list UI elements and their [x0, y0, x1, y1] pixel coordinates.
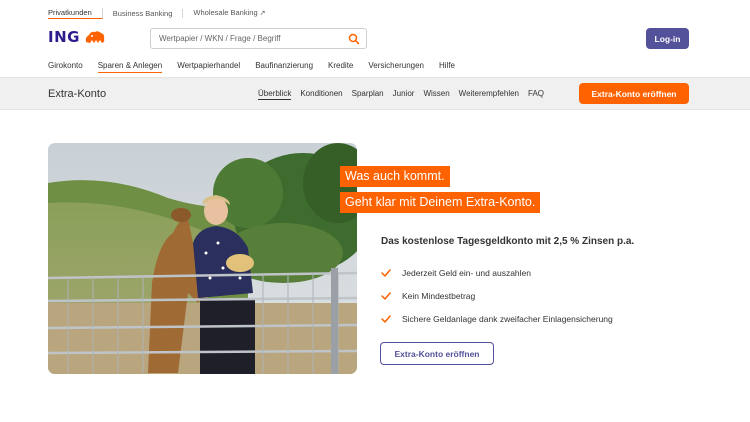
feature-list: Jederzeit Geld ein- und auszahlen Kein M…	[381, 261, 613, 330]
nav-girokonto[interactable]: Girokonto	[48, 61, 83, 73]
headline-line-2: Geht klar mit Deinem Extra-Konto.	[340, 192, 541, 213]
subnav-wissen[interactable]: Wissen	[423, 89, 449, 100]
checkmark-icon	[381, 268, 391, 277]
segment-business-banking[interactable]: Business Banking	[113, 8, 184, 18]
headline-line-1: Was auch kommt.	[340, 166, 450, 187]
subnav-faq[interactable]: FAQ	[528, 89, 544, 100]
main-navigation: Girokonto Sparen & Anlegen Wertpapierhan…	[48, 61, 470, 73]
segment-wholesale-label: Wholesale Banking	[193, 8, 258, 17]
feature-text: Jederzeit Geld ein- und auszahlen	[402, 267, 531, 278]
nav-baufinanzierung[interactable]: Baufinanzierung	[255, 61, 313, 73]
list-item: Kein Mindestbetrag	[381, 284, 613, 307]
subnav-ueberblick[interactable]: Überblick	[258, 89, 292, 100]
subnav-junior[interactable]: Junior	[393, 89, 415, 100]
open-account-button[interactable]: Extra-Konto eröffnen	[380, 342, 494, 365]
search-bar	[150, 28, 367, 49]
nav-versicherungen[interactable]: Versicherungen	[368, 61, 424, 73]
checkmark-icon	[381, 291, 391, 300]
subnav-konditionen[interactable]: Konditionen	[300, 89, 342, 100]
subnav-sparplan[interactable]: Sparplan	[352, 89, 384, 100]
segment-privatkunden[interactable]: Privatkunden	[48, 7, 103, 19]
nav-hilfe[interactable]: Hilfe	[439, 61, 455, 73]
search-icon[interactable]	[348, 33, 360, 45]
logo-text: ING	[48, 28, 80, 46]
search-input[interactable]	[159, 34, 339, 43]
login-button[interactable]: Log-in	[646, 28, 689, 49]
product-subnav-bar: Extra-Konto Überblick Konditionen Sparpl…	[0, 77, 750, 110]
ing-logo[interactable]: ING	[48, 28, 107, 46]
hero-subheadline: Das kostenlose Tagesgeldkonto mit 2,5 % …	[381, 236, 635, 247]
list-item: Jederzeit Geld ein- und auszahlen	[381, 261, 613, 284]
product-subnav: Überblick Konditionen Sparplan Junior Wi…	[258, 89, 553, 100]
list-item: Sichere Geldanlage dank zweifacher Einla…	[381, 307, 613, 330]
external-link-icon: ↗	[259, 10, 266, 17]
hero-image	[48, 143, 357, 374]
segment-wholesale-banking[interactable]: Wholesale Banking ↗	[193, 8, 275, 18]
nav-kredite[interactable]: Kredite	[328, 61, 353, 73]
feature-text: Kein Mindestbetrag	[402, 290, 476, 301]
product-title: Extra-Konto	[48, 88, 107, 100]
nav-sparen-anlegen[interactable]: Sparen & Anlegen	[97, 61, 163, 73]
lion-logo-icon	[85, 31, 105, 43]
segment-switcher: Privatkunden Business Banking Wholesale …	[48, 6, 286, 20]
checkmark-icon	[381, 314, 391, 323]
open-account-top-button[interactable]: Extra-Konto eröffnen	[579, 83, 689, 104]
feature-text: Sichere Geldanlage dank zweifacher Einla…	[402, 313, 613, 324]
subnav-weiterempfehlen[interactable]: Weiterempfehlen	[459, 89, 519, 100]
nav-wertpapierhandel[interactable]: Wertpapierhandel	[177, 61, 240, 73]
